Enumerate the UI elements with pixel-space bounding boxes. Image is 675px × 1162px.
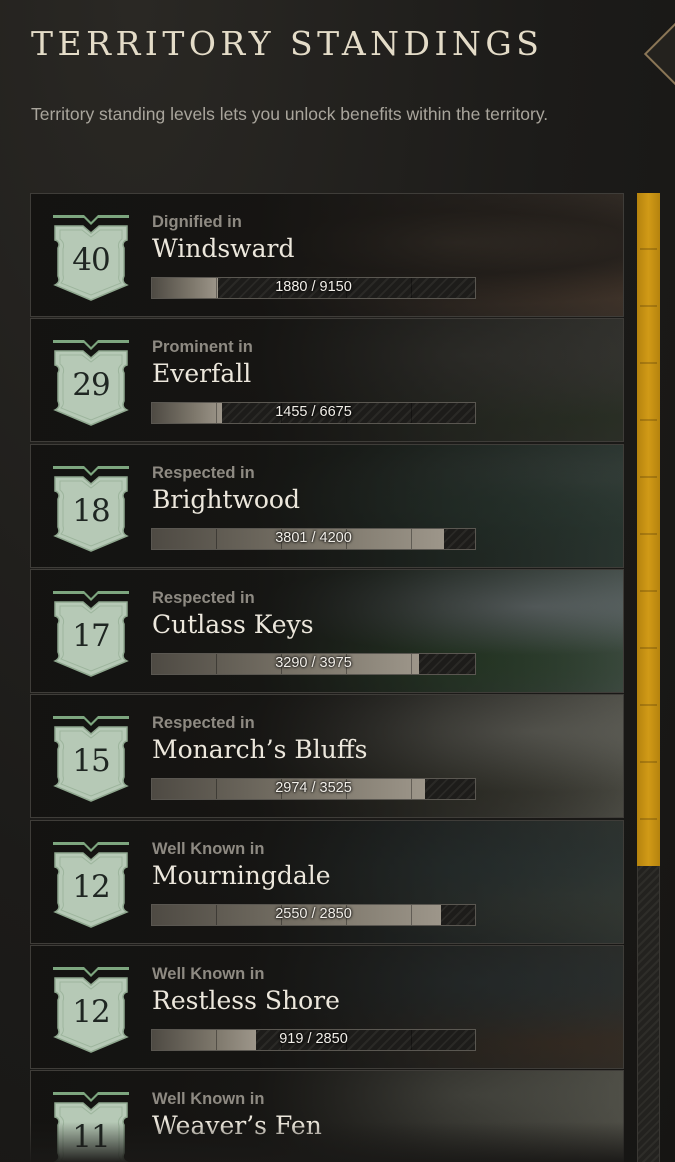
territory-name: Cutlass Keys — [152, 610, 314, 639]
progress-value: 919 / 2850 — [279, 1031, 348, 1047]
territory-card[interactable]: 12 Well Known in Mourningdale 2550 / 2850 — [30, 820, 624, 944]
standing-rank-label: Well Known in — [152, 1090, 265, 1108]
territory-card[interactable]: 15 Respected in Monarch’s Bluffs 2974 / 352… — [30, 694, 624, 818]
standing-rank-label: Respected in — [152, 589, 255, 607]
standing-progress-bar: 2974 / 3525 — [151, 778, 476, 800]
progress-value: 1880 / 9150 — [275, 279, 352, 295]
standing-rank-label: Respected in — [152, 714, 255, 732]
standing-level-badge: 11 — [52, 1089, 132, 1162]
panel-title: TERRITORY STANDINGS — [31, 24, 544, 63]
standing-rank-label: Dignified in — [152, 213, 242, 231]
standing-rank-label: Respected in — [152, 464, 255, 482]
standing-progress-bar: 3801 / 4200 — [151, 528, 476, 550]
territory-name: Windsward — [152, 234, 295, 263]
standing-level-badge: 12 — [52, 839, 132, 929]
standing-rank-label: Prominent in — [152, 338, 253, 356]
standing-level: 17 — [72, 618, 110, 654]
territory-card[interactable]: 40 Dignified in Windsward 1880 / 9150 — [30, 193, 624, 317]
territory-name: Restless Shore — [152, 986, 340, 1015]
standing-level: 40 — [72, 242, 110, 278]
standing-progress-bar: 1455 / 6675 — [151, 402, 476, 424]
standing-level: 18 — [72, 493, 110, 529]
standing-level-badge: 29 — [52, 337, 132, 427]
territory-standings-panel: TERRITORY STANDINGS Territory standing l… — [0, 0, 675, 1162]
territory-card[interactable]: 17 Respected in Cutlass Keys 3290 / 3975 — [30, 569, 624, 693]
standing-progress-bar: 3290 / 3975 — [151, 653, 476, 675]
standing-level-badge: 12 — [52, 964, 132, 1054]
territory-list: 40 Dignified in Windsward 1880 / 9150 29 Prom… — [30, 193, 624, 1162]
standing-level: 12 — [72, 994, 110, 1030]
standing-progress-bar: 2550 / 2850 — [151, 904, 476, 926]
standing-level: 12 — [72, 869, 110, 905]
standing-level: 15 — [72, 743, 110, 779]
territory-card[interactable]: 29 Prominent in Everfall 1455 / 6675 — [30, 318, 624, 442]
standing-level: 29 — [72, 367, 110, 403]
territory-card[interactable]: 18 Respected in Brightwood 3801 / 4200 — [30, 444, 624, 568]
panel-description: Territory standing levels lets you unloc… — [31, 104, 549, 124]
progress-value: 3801 / 4200 — [275, 530, 352, 546]
progress-value: 2550 / 2850 — [275, 906, 352, 922]
standing-level: 11 — [72, 1119, 110, 1155]
progress-value: 3290 / 3975 — [275, 655, 352, 671]
standing-progress-bar: 919 / 2850 — [151, 1029, 476, 1051]
corner-ornament-icon — [643, 22, 675, 86]
standing-level-badge: 40 — [52, 212, 132, 302]
standing-rank-label: Well Known in — [152, 840, 265, 858]
territory-name: Brightwood — [152, 485, 300, 514]
territory-name: Monarch’s Bluffs — [152, 735, 368, 764]
standing-level-badge: 17 — [52, 588, 132, 678]
scrollbar-thumb[interactable] — [637, 193, 660, 866]
progress-value: 2974 / 3525 — [275, 780, 352, 796]
territory-name: Mourningdale — [152, 861, 331, 890]
territory-name: Weaver’s Fen — [152, 1111, 322, 1140]
standing-level-badge: 15 — [52, 713, 132, 803]
standing-level-badge: 18 — [52, 463, 132, 553]
territory-card[interactable]: 11 Well Known in Weaver’s Fen — [30, 1070, 624, 1162]
territory-card[interactable]: 12 Well Known in Restless Shore 919 / 2850 — [30, 945, 624, 1069]
territory-name: Everfall — [152, 359, 252, 388]
progress-value: 1455 / 6675 — [275, 404, 352, 420]
standing-progress-bar: 1880 / 9150 — [151, 277, 476, 299]
standing-rank-label: Well Known in — [152, 965, 265, 983]
